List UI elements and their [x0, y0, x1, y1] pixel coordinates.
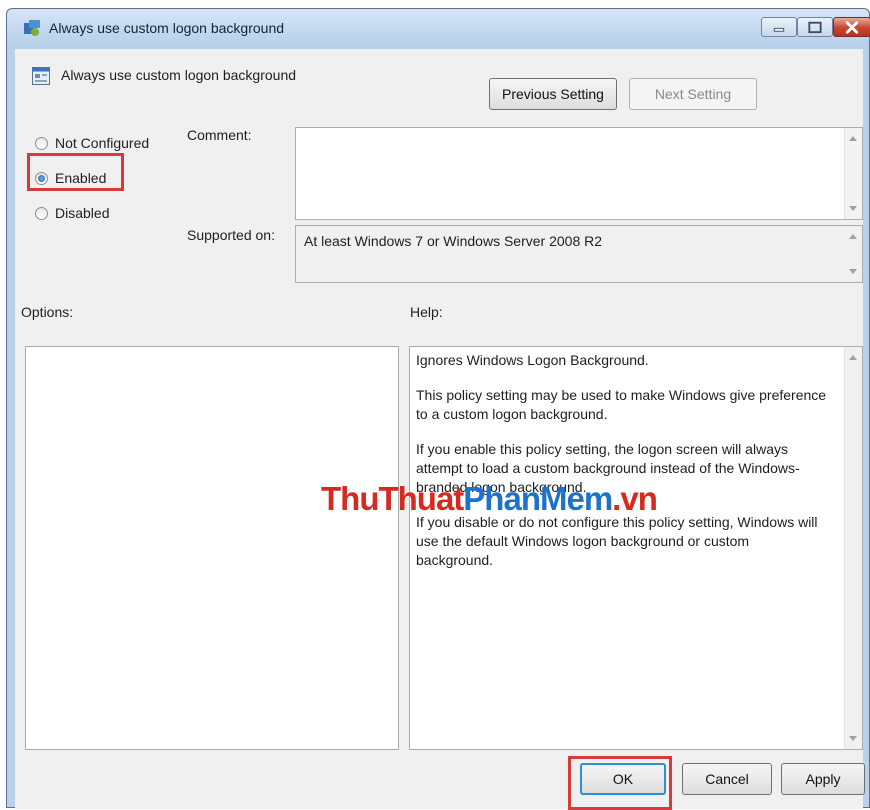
- scroll-up-icon[interactable]: [849, 136, 857, 141]
- help-pane: Ignores Windows Logon Background. This p…: [409, 346, 863, 750]
- watermark-part-1: ThuThuat: [321, 480, 464, 517]
- radio-not-configured-label: Not Configured: [55, 135, 150, 151]
- comment-scrollbar[interactable]: [844, 128, 862, 219]
- help-scrollbar[interactable]: [844, 347, 862, 749]
- help-paragraph: Ignores Windows Logon Background.: [416, 352, 649, 368]
- comment-field[interactable]: [295, 127, 863, 220]
- setting-icon: [32, 67, 50, 85]
- minimize-button[interactable]: [761, 17, 797, 37]
- radio-disabled-circle[interactable]: [35, 206, 48, 220]
- maximize-button[interactable]: [797, 17, 833, 37]
- supported-on-value: At least Windows 7 or Windows Server 200…: [304, 233, 603, 249]
- previous-setting-button[interactable]: Previous Setting: [489, 78, 617, 110]
- supported-scrollbar[interactable]: [845, 226, 862, 282]
- close-icon: [845, 21, 859, 34]
- policy-icon: [24, 20, 40, 36]
- supported-on-label: Supported on:: [187, 227, 275, 243]
- help-text: Ignores Windows Logon Background. This p…: [416, 351, 830, 586]
- radio-not-configured-circle[interactable]: [35, 136, 48, 150]
- scroll-down-icon[interactable]: [849, 269, 857, 274]
- enabled-highlight-box: [27, 153, 124, 191]
- watermark-logo: ThuThuatPhanMem.vn: [321, 480, 658, 518]
- help-label: Help:: [410, 304, 443, 320]
- radio-not-configured[interactable]: Not Configured: [35, 135, 149, 151]
- options-label: Options:: [21, 304, 74, 320]
- scroll-down-icon[interactable]: [849, 206, 857, 211]
- ok-highlight-box: [568, 756, 672, 810]
- next-setting-button[interactable]: Next Setting: [629, 78, 757, 110]
- setting-name: Always use custom logon background: [61, 67, 297, 83]
- window-title: Always use custom logon background: [49, 20, 285, 36]
- dialog-body: Always use custom logon background Previ…: [15, 49, 865, 810]
- maximize-icon: [808, 21, 822, 34]
- title-bar[interactable]: Always use custom logon background: [7, 9, 870, 49]
- dialog-window: Always use custom logon background Alway…: [6, 8, 870, 810]
- radio-disabled-label: Disabled: [55, 205, 110, 221]
- cancel-button[interactable]: Cancel: [682, 763, 772, 795]
- options-pane: [25, 346, 399, 750]
- watermark-part-2: PhanMem: [463, 480, 613, 517]
- help-paragraph: If you disable or do not configure this …: [416, 514, 818, 568]
- close-button[interactable]: [833, 17, 870, 37]
- scroll-down-icon[interactable]: [849, 736, 857, 741]
- help-paragraph: This policy setting may be used to make …: [416, 387, 827, 422]
- radio-disabled[interactable]: Disabled: [35, 205, 109, 221]
- scroll-up-icon[interactable]: [849, 234, 857, 239]
- apply-button[interactable]: Apply: [781, 763, 865, 795]
- minimize-icon: [773, 27, 785, 32]
- supported-on-field: At least Windows 7 or Windows Server 200…: [295, 225, 863, 283]
- comment-label: Comment:: [187, 127, 252, 143]
- watermark-part-3: .vn: [612, 480, 658, 517]
- scroll-up-icon[interactable]: [849, 355, 857, 360]
